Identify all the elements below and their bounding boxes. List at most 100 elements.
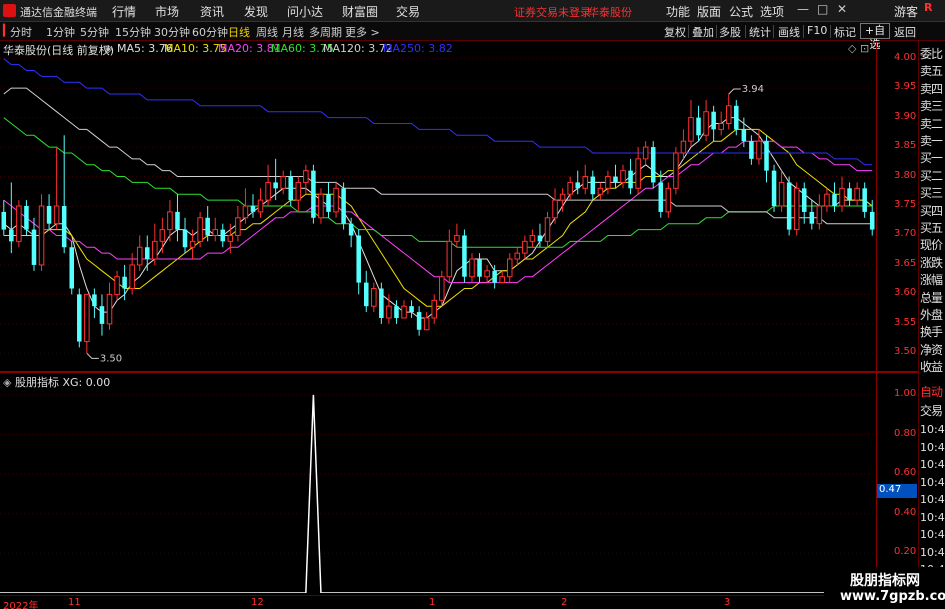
menu-caifuquan[interactable]: 财富圈 [342, 3, 378, 20]
candle-up [552, 199, 558, 219]
candle-up [665, 187, 672, 213]
fuquan-button[interactable]: 复权 [664, 24, 686, 40]
ma-line-ma120 [3, 87, 873, 225]
candle-down [575, 182, 580, 189]
period-15min[interactable]: 15分钟 [115, 24, 151, 40]
candle-down [862, 188, 867, 212]
back-button[interactable]: 返回 [894, 24, 916, 40]
chart-settings-icon[interactable]: ◇ ⊡ [848, 42, 869, 55]
low-marker-label: 3.50 [100, 353, 122, 364]
price-tick-label: 4.00 [894, 51, 917, 63]
candle-down [628, 170, 633, 189]
candle-down [658, 182, 664, 212]
sidebar-quote-label: 买五 [920, 221, 943, 235]
candle-down [416, 312, 422, 330]
sidebar-quote-label: 卖一 [920, 134, 943, 148]
candle-down [311, 170, 316, 218]
candle-down [46, 206, 52, 224]
sidebar-quote-label: 卖五 [920, 64, 943, 79]
candle-up [235, 217, 241, 236]
add-watchlist-button[interactable]: +自选 [860, 23, 890, 51]
candle-down [92, 294, 97, 307]
menu-jiaoyi[interactable]: 交易 [396, 3, 420, 20]
menu-zixun[interactable]: 资讯 [200, 3, 224, 20]
candle-up [529, 234, 536, 242]
price-tick-label: 3.90 [894, 110, 917, 122]
menu-xuanxiang[interactable]: 选项 [760, 3, 784, 20]
candle-up [635, 158, 641, 189]
candle-down [650, 147, 656, 183]
menu-banmian[interactable]: 版面 [697, 3, 721, 20]
indicator-tick-label: 0.40 [894, 506, 917, 518]
candle-up [725, 105, 732, 124]
guest-button[interactable]: 游客 [894, 3, 918, 20]
candle-down [394, 306, 399, 318]
candle-down [771, 170, 777, 206]
indicator-label: ◈ 股朋指标 XG: 0.00 [3, 374, 110, 390]
multi-stock-button[interactable]: 多股 [719, 24, 741, 40]
candle-down [711, 111, 716, 130]
menu-faxian[interactable]: 发现 [244, 3, 268, 20]
minimize-icon[interactable]: — [797, 2, 809, 16]
sidebar-quote-label: 买二 [920, 168, 943, 183]
candle-up [854, 187, 860, 201]
candlestick-chart[interactable]: 3.94 3.50 [0, 41, 876, 371]
f10-button[interactable]: F10 [807, 24, 827, 37]
candle-down [24, 206, 29, 230]
sidebar-trade-label[interactable]: 自动 [920, 383, 943, 400]
period-monthly[interactable]: 月线 [282, 24, 304, 40]
period-60min[interactable]: 60分钟 [192, 24, 228, 40]
candle-down [832, 194, 837, 206]
close-icon[interactable]: ✕ [837, 2, 847, 16]
menu-shichang[interactable]: 市场 [155, 3, 179, 20]
indicator-tick-label: 1.00 [894, 387, 917, 399]
candle-down [77, 294, 82, 342]
stock-chart-label: 华泰股份(日线 前复权) [3, 44, 115, 57]
candle-up [582, 176, 589, 189]
period-multi[interactable]: 多周期 [309, 24, 342, 40]
sidebar-quote-label: 换手 [920, 325, 943, 340]
overlay-button[interactable]: 叠加 [692, 24, 714, 40]
period-fenshi[interactable]: 分时 [10, 24, 32, 40]
candle-down [144, 247, 150, 260]
maximize-icon[interactable]: □ [817, 2, 828, 16]
menu-gongneng[interactable]: 功能 [666, 3, 690, 20]
period-more[interactable]: 更多 > [345, 24, 380, 40]
candle-up [718, 123, 724, 130]
draw-line-button[interactable]: 画线 [778, 24, 800, 40]
period-30min[interactable]: 30分钟 [154, 24, 190, 40]
stats-button[interactable]: 统计 [749, 24, 771, 40]
toolbar-divider [830, 25, 831, 38]
indicator-toggle-icon[interactable]: ◈ [3, 376, 11, 389]
candle-up [559, 193, 566, 201]
period-1min[interactable]: 1分钟 [46, 24, 75, 40]
indicator-chart[interactable] [0, 373, 876, 593]
period-5min[interactable]: 5分钟 [80, 24, 109, 40]
login-status[interactable]: 证券交易未登录 [514, 4, 591, 20]
candle-down [590, 176, 596, 195]
sidebar-trade-label[interactable]: 交易 [920, 402, 943, 419]
sidebar-quote-label: 净资 [920, 342, 943, 357]
candle-up [605, 176, 611, 189]
indicator-xg-value: XG: 0.00 [62, 376, 111, 389]
period-daily[interactable]: 日线 [228, 24, 250, 40]
menu-hangqing[interactable]: 行情 [112, 3, 136, 20]
xg-signal-line [0, 394, 876, 593]
legend-toggle-icon[interactable]: ◈ [104, 42, 112, 55]
candle-down [205, 217, 210, 236]
high-marker-line [728, 88, 741, 95]
price-tick-label: 3.75 [894, 199, 917, 210]
candle-up [53, 205, 60, 225]
mark-button[interactable]: 标记 [834, 24, 856, 40]
candle-down [379, 288, 384, 318]
candle-up [401, 305, 407, 319]
menu-gongshi[interactable]: 公式 [729, 3, 753, 20]
candle-up [303, 170, 309, 183]
candle-up [136, 246, 143, 266]
candle-up [114, 276, 120, 295]
candle-up [423, 317, 430, 331]
menu-wenxiaoda[interactable]: 问小达 [287, 3, 323, 20]
candle-up [38, 205, 45, 266]
period-weekly[interactable]: 周线 [256, 24, 278, 40]
candle-up [84, 293, 90, 343]
